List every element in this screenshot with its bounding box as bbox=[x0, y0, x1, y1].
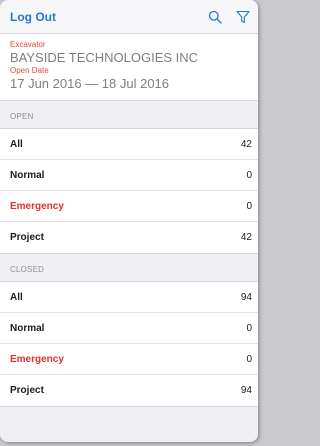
open-tickets-group: All 42 Normal 0 Emergency 0 Project 42 bbox=[0, 128, 258, 254]
date-range: 17 Jun 2016 — 18 Jul 2016 bbox=[10, 76, 170, 91]
row-label: All bbox=[10, 138, 23, 150]
row-label: Project bbox=[10, 385, 44, 396]
row-label: Emergency bbox=[10, 200, 64, 212]
row-count: 0 bbox=[246, 322, 252, 334]
closed-row-project[interactable]: Project 94 bbox=[0, 375, 258, 406]
closed-row-normal[interactable]: Normal 0 bbox=[0, 313, 258, 344]
filter-icon[interactable] bbox=[236, 10, 250, 24]
row-label: Project bbox=[10, 232, 44, 243]
section-header-closed: CLOSED bbox=[10, 265, 45, 274]
company-name: BAYSIDE TECHNOLOGIES INC bbox=[10, 50, 199, 65]
row-count: 0 bbox=[246, 353, 252, 365]
open-row-all[interactable]: All 42 bbox=[0, 129, 258, 160]
search-icon[interactable] bbox=[208, 10, 222, 24]
section-header-open: OPEN bbox=[10, 112, 34, 121]
logout-button[interactable]: Log Out bbox=[10, 10, 208, 24]
closed-tickets-group: All 94 Normal 0 Emergency 0 Project 94 bbox=[0, 281, 258, 407]
closed-row-emergency[interactable]: Emergency 0 bbox=[0, 344, 258, 375]
row-count: 0 bbox=[246, 200, 252, 212]
date-label: Open Date bbox=[10, 66, 49, 75]
row-label: Normal bbox=[10, 169, 45, 181]
row-count: 94 bbox=[240, 385, 252, 396]
summary-header: Excavator BAYSIDE TECHNOLOGIES INC Open … bbox=[0, 34, 258, 101]
row-label: All bbox=[10, 291, 23, 303]
closed-row-all[interactable]: All 94 bbox=[0, 282, 258, 313]
nav-actions bbox=[208, 10, 250, 24]
row-count: 42 bbox=[240, 138, 252, 150]
row-count: 94 bbox=[240, 291, 252, 303]
navigation-bar: Log Out bbox=[0, 0, 258, 34]
row-count: 0 bbox=[246, 169, 252, 181]
type-label: Excavator bbox=[10, 40, 46, 49]
open-row-emergency[interactable]: Emergency 0 bbox=[0, 191, 258, 222]
open-row-project[interactable]: Project 42 bbox=[0, 222, 258, 253]
row-label: Emergency bbox=[10, 353, 64, 365]
row-count: 42 bbox=[240, 232, 252, 243]
open-row-normal[interactable]: Normal 0 bbox=[0, 160, 258, 191]
app-screen: Log Out Excavator BAYSIDE TECHNOLOGIES I… bbox=[0, 0, 258, 442]
row-label: Normal bbox=[10, 322, 45, 334]
